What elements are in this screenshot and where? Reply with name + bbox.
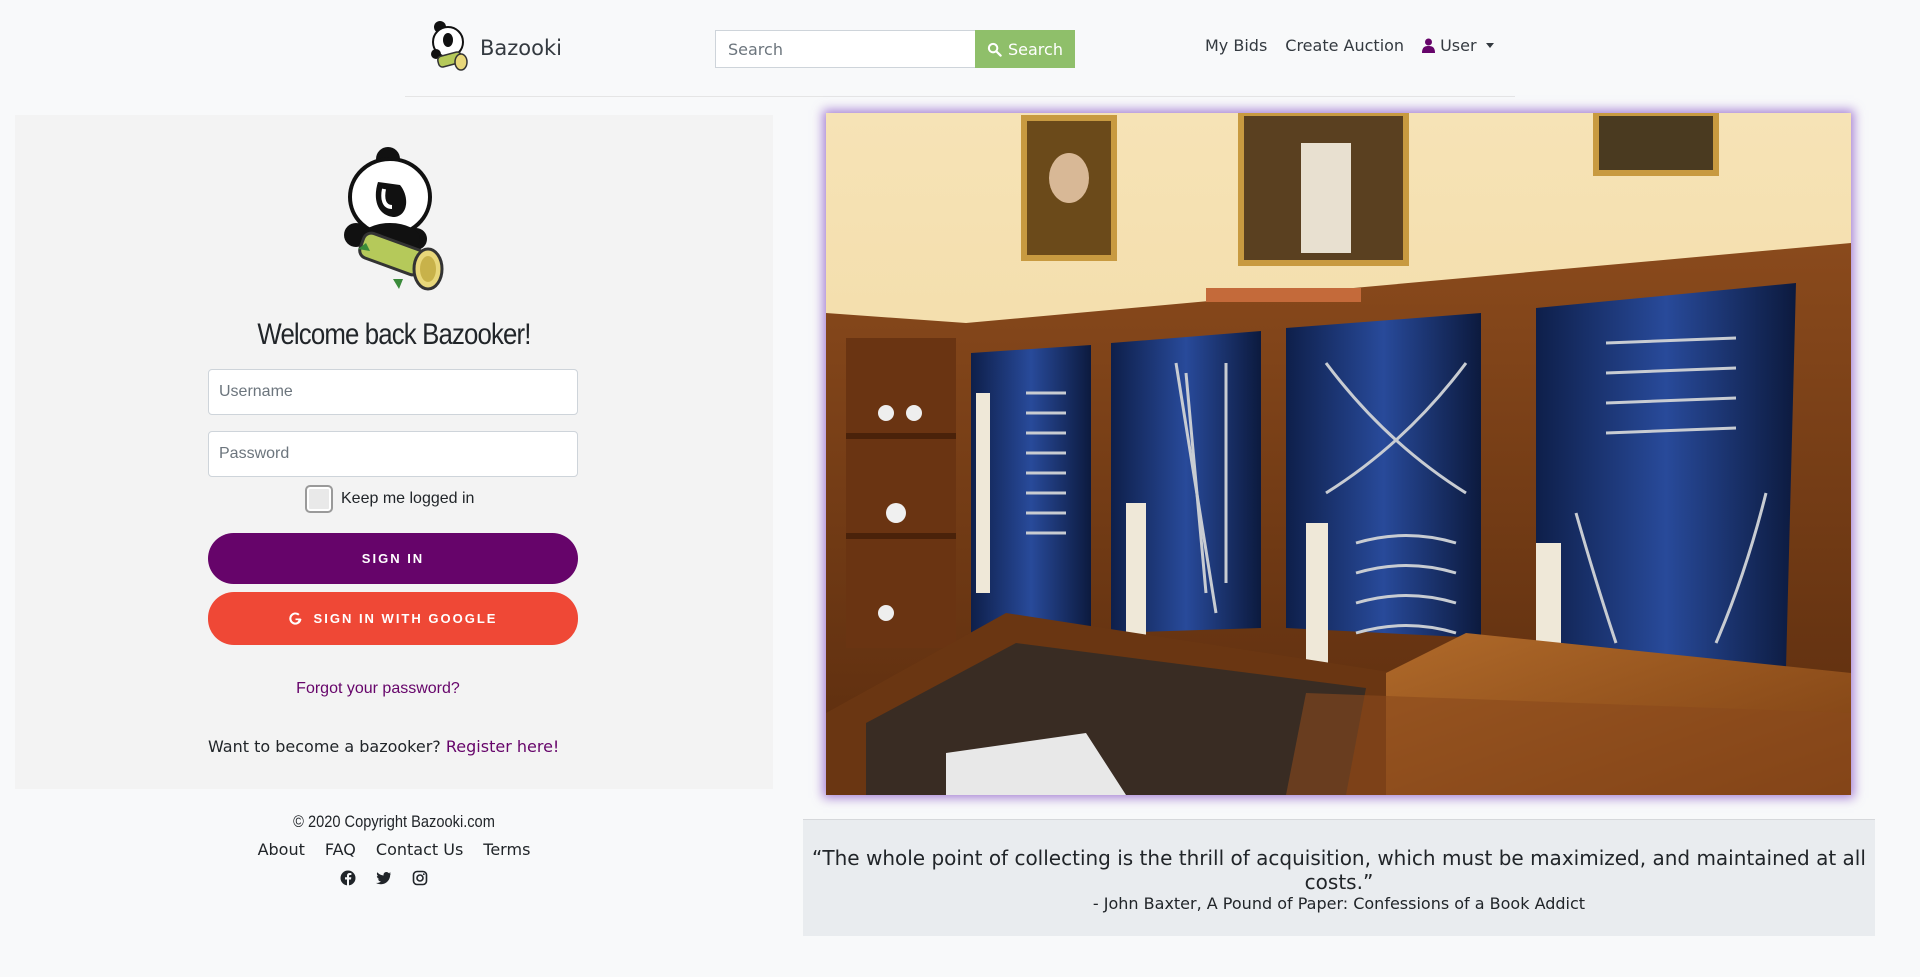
twitter-icon[interactable] <box>376 870 392 886</box>
footer-link-faq[interactable]: FAQ <box>325 840 356 859</box>
search-form: Search Search <box>715 30 1075 68</box>
footer-link-terms[interactable]: Terms <box>483 840 530 859</box>
google-sign-in-button[interactable]: SIGN IN WITH GOOGLE <box>208 592 578 645</box>
brand-link[interactable]: Bazooki <box>428 20 562 76</box>
panda-bazooka-logo-icon <box>344 147 444 291</box>
remember-me-row: Keep me logged in <box>305 485 474 513</box>
footer-copyright: © 2020 Copyright Bazooki.com <box>293 812 495 831</box>
chevron-down-icon <box>1485 43 1494 48</box>
quote-block: “The whole point of collecting is the th… <box>803 819 1875 936</box>
footer-link-contact[interactable]: Contact Us <box>376 840 463 859</box>
register-prompt: Want to become a bazooker? Register here… <box>208 737 559 756</box>
user-icon <box>1422 38 1436 53</box>
user-menu-label: User <box>1440 36 1477 55</box>
nav-create-auction[interactable]: Create Auction <box>1285 36 1404 55</box>
search-button[interactable]: Search <box>975 30 1075 68</box>
footer-link-about[interactable]: About <box>258 840 305 859</box>
username-field[interactable]: Username <box>208 369 578 415</box>
nav-links: My Bids Create Auction User <box>1205 36 1494 55</box>
register-link[interactable]: Register here! <box>446 737 559 756</box>
panda-logo-icon <box>431 21 468 71</box>
search-button-label: Search <box>1008 39 1063 59</box>
remember-me-label[interactable]: Keep me logged in <box>341 490 474 508</box>
password-field[interactable]: Password <box>208 431 578 477</box>
facebook-icon[interactable] <box>340 870 356 886</box>
quote-text: “The whole point of collecting is the th… <box>812 846 1866 894</box>
footer-links: About FAQ Contact Us Terms <box>15 840 773 859</box>
login-panel: Welcome back Bazooker! Username Password… <box>15 115 773 789</box>
nav-my-bids[interactable]: My Bids <box>1205 36 1267 55</box>
museum-photo <box>826 113 1851 795</box>
user-menu-dropdown[interactable]: User <box>1422 36 1494 55</box>
register-prompt-text: Want to become a bazooker? <box>208 737 441 756</box>
google-sign-in-label: SIGN IN WITH GOOGLE <box>313 611 498 626</box>
search-icon <box>987 42 1002 57</box>
museum-display-image <box>826 113 1851 795</box>
remember-me-checkbox[interactable] <box>305 485 333 513</box>
search-input[interactable]: Search <box>715 30 975 68</box>
google-icon <box>288 612 301 625</box>
forgot-password-link[interactable]: Forgot your password? <box>0 680 757 698</box>
sign-in-button[interactable]: SIGN IN <box>208 533 578 584</box>
welcome-heading: Welcome back Bazooker! <box>257 318 531 351</box>
social-links <box>340 870 428 886</box>
brand-name: Bazooki <box>480 36 562 60</box>
top-navbar: Bazooki Search Search My Bids Create Auc… <box>0 0 1920 97</box>
navbar-divider <box>405 96 1515 97</box>
instagram-icon[interactable] <box>412 870 428 886</box>
quote-author: - John Baxter, A Pound of Paper: Confess… <box>1092 894 1586 913</box>
